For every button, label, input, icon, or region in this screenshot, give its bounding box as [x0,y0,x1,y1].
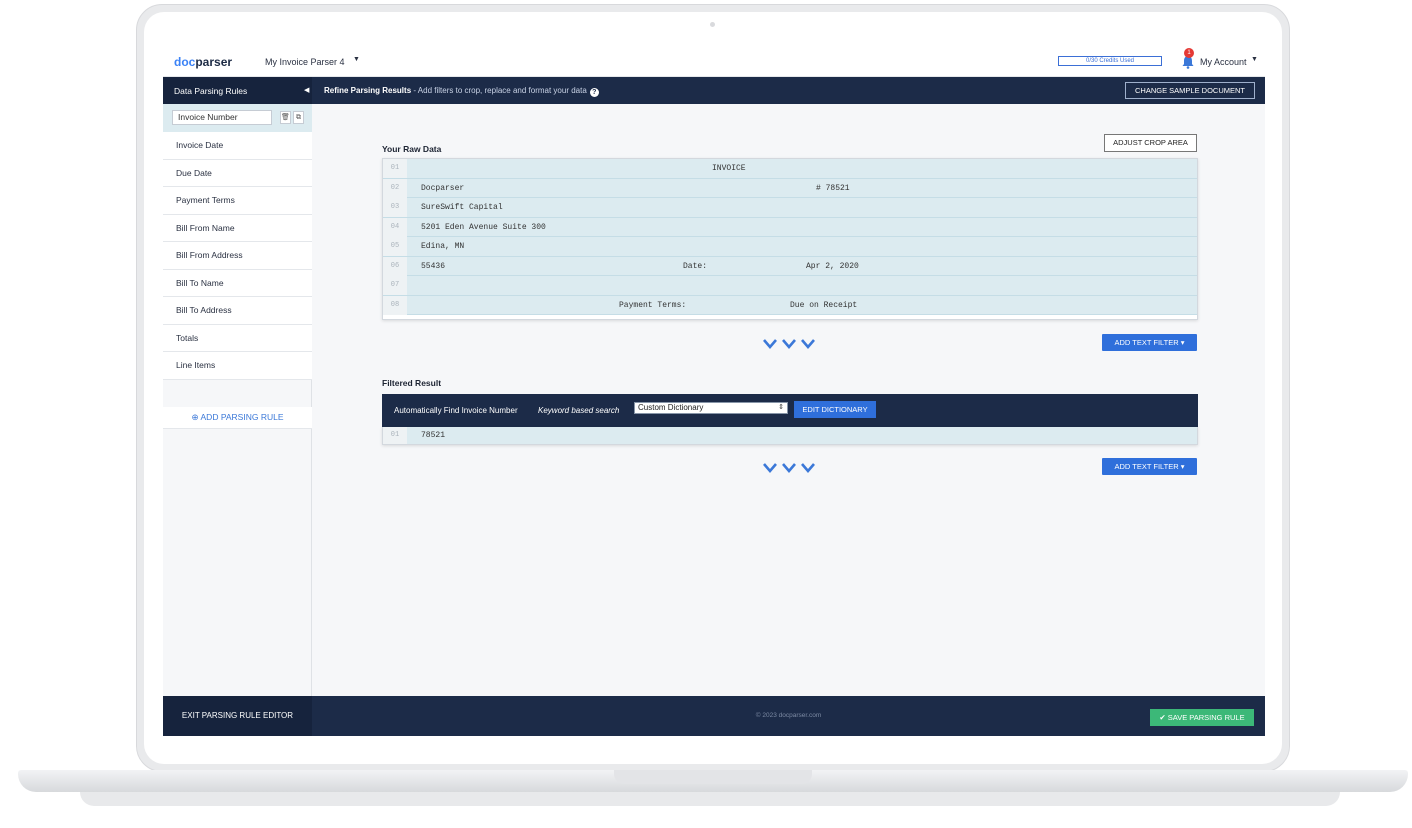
account-menu[interactable]: My Account [1200,57,1247,67]
filtered-result-title: Filtered Result [382,378,442,388]
line-number: 04 [383,217,407,237]
trash-icon[interactable]: 🗑 [280,111,291,124]
refine-title: Refine Parsing Results - Add filters to … [324,86,599,97]
table-row: 03 SureSwift Capital [383,198,1197,218]
chevron-down-icon: ▾ [1180,462,1185,471]
copyright: © 2023 docparser.com [755,712,822,719]
line-number: 06 [383,256,407,276]
add-text-filter-button[interactable]: ADD TEXT FILTER ▾ [1102,334,1197,351]
line-number: 02 [383,178,407,198]
raw-cell: 55436 [421,261,446,271]
sub-header: Data Parsing Rules ◀ Refine Parsing Resu… [163,77,1265,104]
chevron-down-icon[interactable]: ▼ [1251,56,1258,63]
add-rule-label: ADD PARSING RULE [200,412,284,422]
raw-cell: Docparser [421,183,465,193]
sidebar-item[interactable]: Bill From Name [163,214,312,242]
camera-dot [710,22,715,27]
top-bar: docparser My Invoice Parser 4 ▼ 0/30 Cre… [163,48,1265,77]
laptop-notch [614,770,812,784]
chevrons-down-icon [763,463,815,473]
refine-subtitle: - Add filters to crop, replace and forma… [411,86,587,95]
sidebar-item-active[interactable]: Invoice Number 🗑 ⧉ [163,104,312,132]
table-row: 01 78521 [382,427,1198,445]
raw-cell: SureSwift Capital [421,203,503,212]
line-number: 03 [383,198,407,217]
exit-parsing-rule-editor-button[interactable]: EXIT PARSING RULE EDITOR [163,696,312,736]
sidebar-item[interactable]: Invoice Date [163,132,312,160]
docparser-logo[interactable]: docparser [174,55,232,69]
chevron-down-icon[interactable]: ▼ [353,56,360,63]
table-row: 05 Edina, MN [383,237,1197,257]
dictionary-select[interactable]: Custom Dictionary ⇕ [634,402,788,414]
line-number: 07 [383,276,407,295]
sidebar: Invoice Number 🗑 ⧉ Invoice Date Due Date… [163,104,312,736]
table-row: 01 INVOICE [383,159,1197,179]
raw-cell: INVOICE [712,164,746,173]
raw-cell: Apr 2, 2020 [806,261,859,271]
add-text-filter-button[interactable]: ADD TEXT FILTER ▾ [1102,458,1197,475]
help-icon[interactable]: ? [589,88,599,97]
table-row: 08 Payment Terms: Due on Receipt [383,295,1197,315]
raw-cell: Edina, MN [421,242,465,251]
sidebar-item[interactable]: Due Date [163,159,312,187]
keyword-search-label: Keyword based search [538,406,620,415]
sidebar-item[interactable]: Line Items [163,352,312,380]
app-screen: docparser My Invoice Parser 4 ▼ 0/30 Cre… [163,48,1265,736]
filtered-value: 78521 [421,431,446,440]
plus-circle-icon: ⊕ [191,412,201,422]
line-number: 01 [383,159,407,178]
raw-data-box: 01 INVOICE 02 Docparser # 78521 03 SureS… [382,158,1198,320]
save-label: SAVE PARSING RULE [1167,713,1245,722]
rule-name-input[interactable]: Invoice Number [172,110,272,125]
logo-suffix: parser [195,55,233,69]
edit-dictionary-button[interactable]: EDIT DICTIONARY [794,401,876,418]
filter-toolbar: Automatically Find Invoice Number Keywor… [382,394,1198,427]
parser-selector[interactable]: My Invoice Parser 4 [265,57,345,67]
notification-badge: 1 [1184,48,1194,58]
logo-prefix: doc [174,55,196,69]
check-circle-icon: ✔ [1159,713,1168,722]
raw-cell: # 78521 [816,183,850,193]
chevron-down-icon: ▾ [1180,338,1185,347]
raw-cell: 5201 Eden Avenue Suite 300 [421,222,546,232]
table-row: 06 55436 Date: Apr 2, 2020 [383,256,1197,276]
raw-data-title: Your Raw Data [382,144,442,154]
chevrons-down-icon [763,339,815,349]
footer-bar: © 2023 docparser.com ✔ SAVE PARSING RULE [312,696,1265,736]
raw-cell: Due on Receipt [790,300,858,310]
sidebar-item[interactable]: Bill To Address [163,297,312,325]
add-text-filter-label: ADD TEXT FILTER [1114,338,1179,347]
rule-list: Invoice Date Due Date Payment Terms Bill… [163,132,312,380]
sidebar-title: Data Parsing Rules [174,86,248,96]
table-row: 04 5201 Eden Avenue Suite 300 [383,217,1197,237]
sidebar-item[interactable]: Totals [163,324,312,352]
dictionary-value: Custom Dictionary [638,403,704,412]
copy-icon[interactable]: ⧉ [293,111,304,124]
add-text-filter-label: ADD TEXT FILTER [1114,462,1179,471]
add-parsing-rule-button[interactable]: ⊕ ADD PARSING RULE [163,407,312,429]
sidebar-item[interactable]: Bill To Name [163,269,312,297]
refine-title-bold: Refine Parsing Results [324,86,412,95]
line-number: 08 [383,295,407,315]
laptop-base-shadow [80,792,1340,806]
line-number: 05 [383,237,407,256]
table-row: 07 [383,276,1197,296]
line-number: 01 [383,427,407,444]
select-arrows-icon: ⇕ [778,404,784,411]
sidebar-item[interactable]: Bill From Address [163,242,312,270]
adjust-crop-area-button[interactable]: ADJUST CROP AREA [1104,134,1197,152]
collapse-sidebar-icon[interactable]: ◀ [304,86,309,94]
raw-cell: Payment Terms: [619,300,687,310]
change-sample-document-button[interactable]: CHANGE SAMPLE DOCUMENT [1125,82,1255,99]
save-parsing-rule-button[interactable]: ✔ SAVE PARSING RULE [1150,709,1254,726]
sidebar-item[interactable]: Payment Terms [163,187,312,215]
auto-find-label: Automatically Find Invoice Number [394,406,518,415]
raw-cell: Date: [683,261,708,271]
sidebar-header: Data Parsing Rules ◀ [163,77,312,104]
credits-used-bar[interactable]: 0/30 Credits Used [1058,56,1162,66]
table-row: 02 Docparser # 78521 [383,178,1197,198]
main-content: Your Raw Data ADJUST CROP AREA 01 INVOIC… [312,104,1265,696]
